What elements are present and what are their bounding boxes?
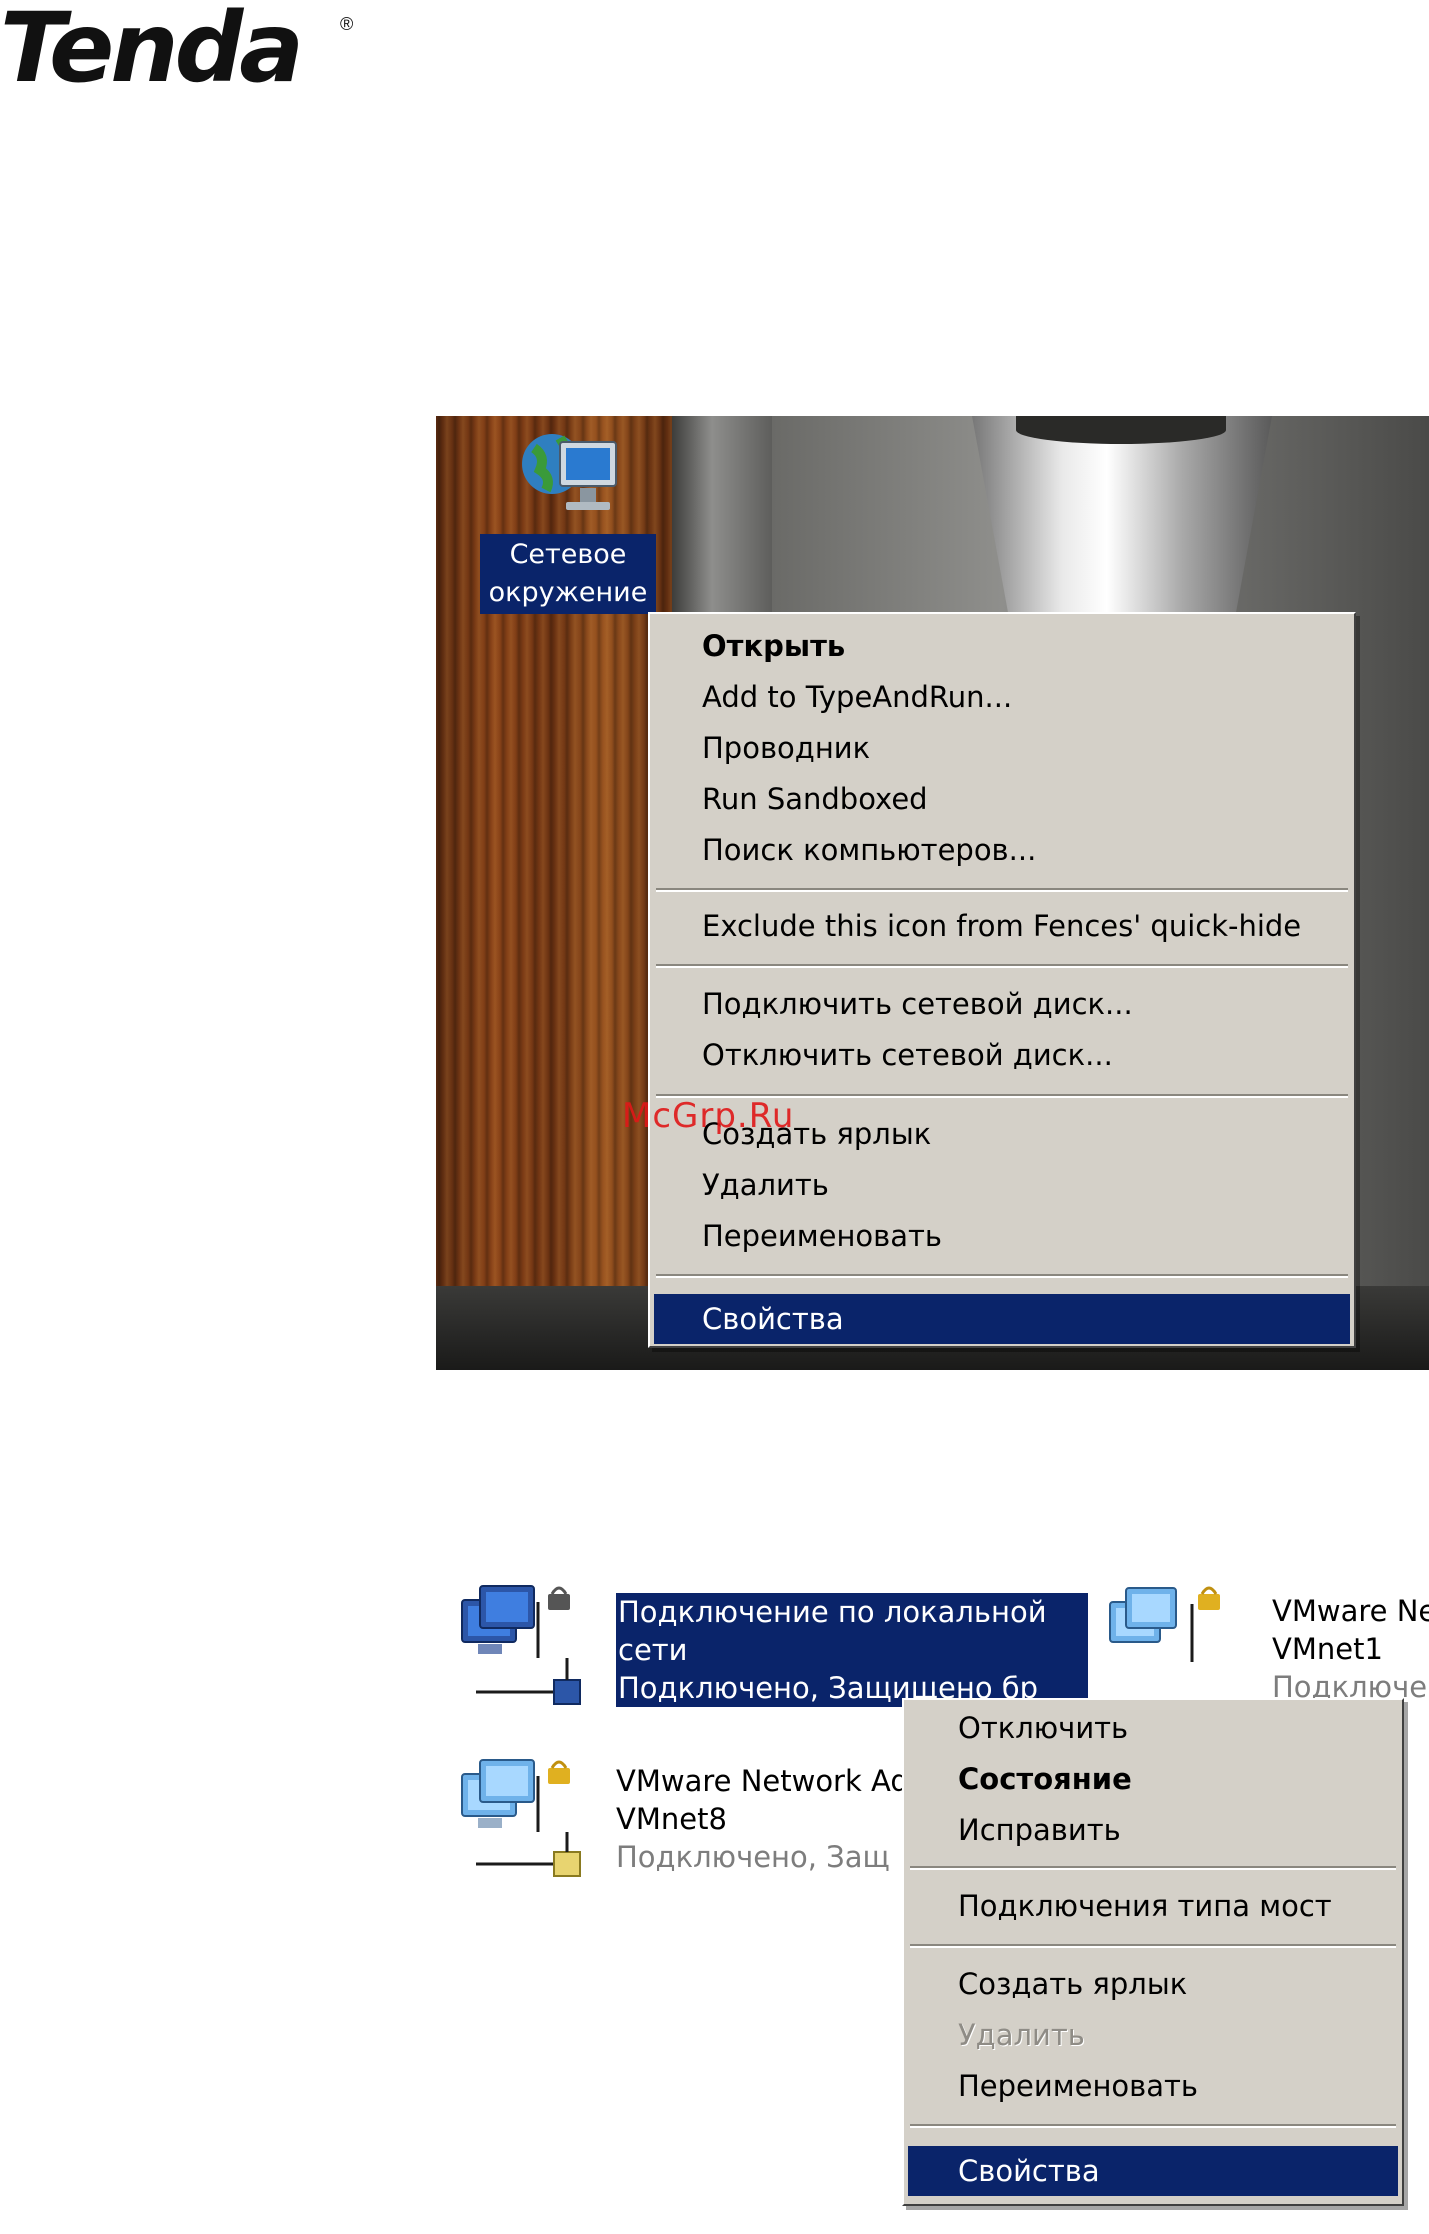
- vmnet1-connection-label[interactable]: VMware Ne VMnet1 Подключе: [1272, 1592, 1429, 1706]
- menu-item-search-computers[interactable]: Поиск компьютеров...: [702, 832, 1036, 868]
- menu-separator: [656, 1274, 1348, 1278]
- network-places-label-line2: окружение: [488, 577, 648, 608]
- tenda-logo: Tenda: [0, 0, 304, 96]
- menu-separator: [910, 2124, 1396, 2128]
- menu-item-repair[interactable]: Исправить: [958, 1812, 1121, 1848]
- vmnet8-connection-icon[interactable]: [458, 1752, 608, 1882]
- vmnet8-connection-label[interactable]: VMware Network Ad VMnet8 Подключено, Защ: [616, 1762, 909, 1876]
- tenda-logo-text: Tenda: [0, 0, 304, 104]
- menu-item-properties-highlight[interactable]: Свойства: [908, 2146, 1398, 2196]
- menu-item-map-network-drive[interactable]: Подключить сетевой диск...: [702, 986, 1133, 1022]
- menu-item-status[interactable]: Состояние: [958, 1761, 1132, 1797]
- network-places-icon[interactable]: [516, 426, 626, 526]
- menu-item-delete[interactable]: Удалить: [702, 1167, 829, 1203]
- local-connection-label[interactable]: Подключение по локальной сети Подключено…: [616, 1593, 1088, 1707]
- menu-separator: [910, 1866, 1396, 1870]
- menu-item-add-to-typeandrun[interactable]: Add to TypeAndRun...: [702, 679, 1012, 715]
- menu-item-delete: Удалить: [958, 2018, 1085, 2052]
- menu-item-properties-highlight[interactable]: Свойства: [654, 1294, 1350, 1344]
- menu-item-open[interactable]: Открыть: [702, 628, 845, 664]
- menu-item-rename[interactable]: Переименовать: [702, 1218, 942, 1254]
- network-places-context-menu: Открыть Add to TypeAndRun... Проводник R…: [648, 612, 1356, 1348]
- vmnet8-connection-name: VMware Network Ad: [616, 1764, 909, 1798]
- local-connection-icon[interactable]: [458, 1582, 608, 1712]
- menu-item-properties[interactable]: Свойства: [702, 1301, 844, 1337]
- menu-separator: [656, 964, 1348, 968]
- menu-item-bridge-connections[interactable]: Подключения типа мост: [958, 1888, 1332, 1924]
- menu-item-disable[interactable]: Отключить: [958, 1710, 1128, 1746]
- network-places-label-line1: Сетевое: [509, 539, 627, 570]
- vmnet8-connection-status: Подключено, Защ: [616, 1840, 890, 1874]
- watermark: McGrp.Ru: [622, 1096, 795, 1136]
- local-connection-name-line1: Подключение по локальной: [618, 1595, 1047, 1629]
- menu-item-properties[interactable]: Свойства: [958, 2153, 1100, 2189]
- vmnet8-connection-device: VMnet8: [616, 1802, 727, 1836]
- local-connection-name-line2: сети: [618, 1633, 688, 1667]
- vmnet1-connection-device: VMnet1: [1272, 1632, 1383, 1666]
- menu-item-create-shortcut[interactable]: Создать ярлык: [958, 1966, 1187, 2002]
- menu-item-exclude-fences[interactable]: Exclude this icon from Fences' quick-hid…: [702, 908, 1301, 944]
- vmnet1-connection-name: VMware Ne: [1272, 1594, 1429, 1628]
- menu-item-run-sandboxed[interactable]: Run Sandboxed: [702, 781, 928, 817]
- vmnet1-connection-icon[interactable]: [1106, 1582, 1236, 1702]
- menu-separator: [656, 888, 1348, 892]
- menu-item-rename[interactable]: Переименовать: [958, 2068, 1198, 2104]
- connection-context-menu: Отключить Состояние Исправить Подключени…: [902, 1698, 1404, 2206]
- registered-mark: ®: [340, 14, 354, 34]
- menu-item-disconnect-network-drive[interactable]: Отключить сетевой диск...: [702, 1037, 1113, 1073]
- menu-separator: [910, 1944, 1396, 1948]
- network-places-label[interactable]: Сетевое окружение: [480, 534, 656, 614]
- vase-rim: [1016, 416, 1226, 444]
- menu-item-explorer[interactable]: Проводник: [702, 730, 870, 766]
